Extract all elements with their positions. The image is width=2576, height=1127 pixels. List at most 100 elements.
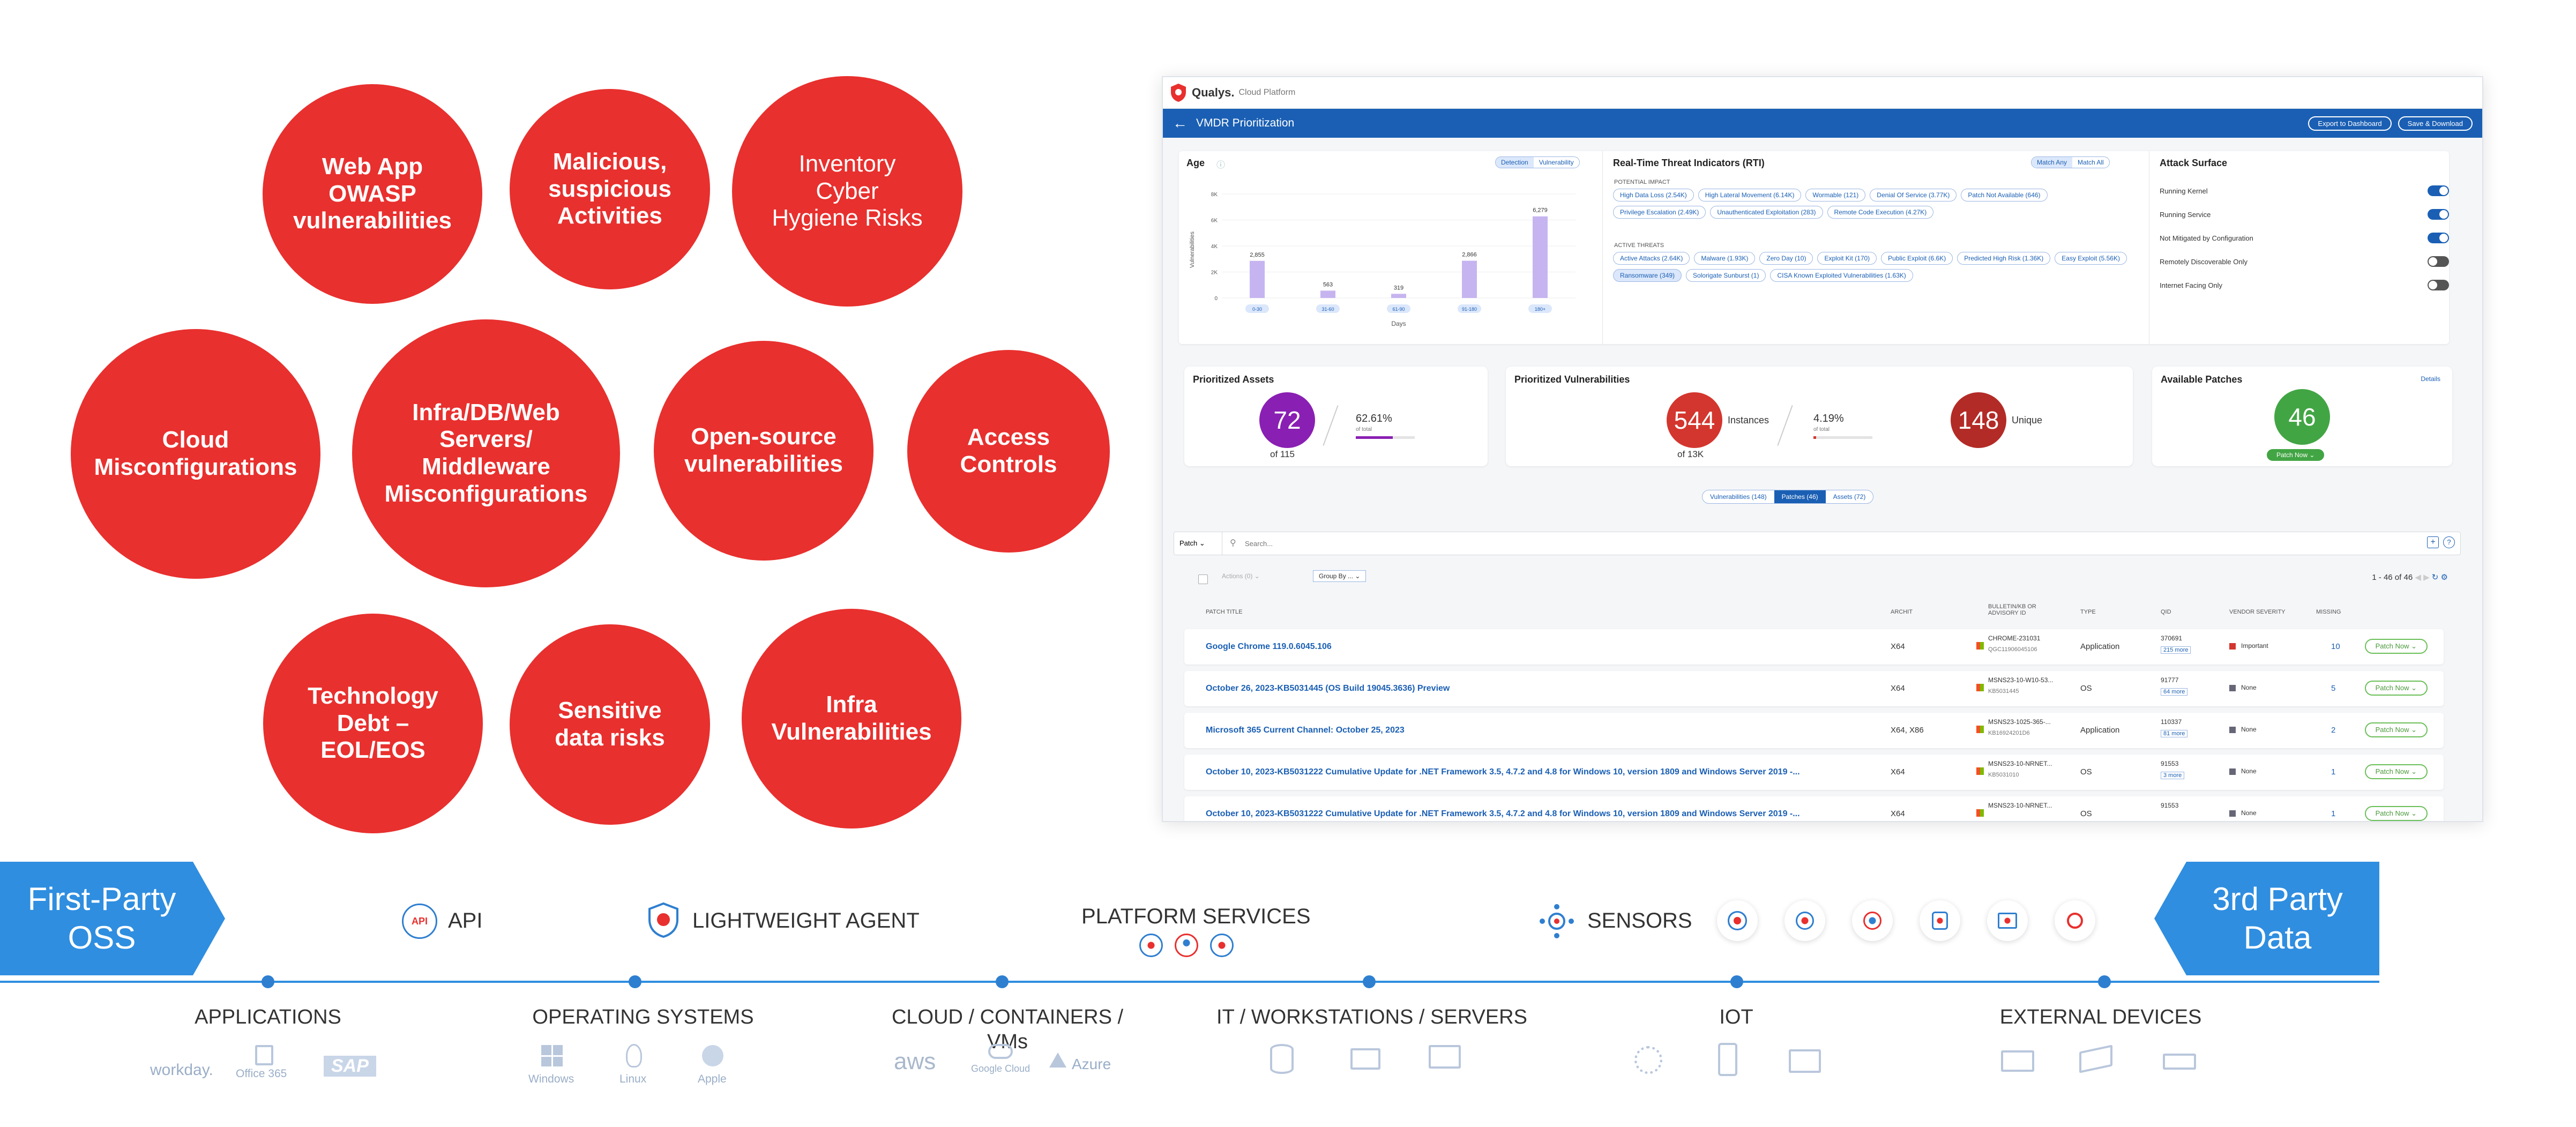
potential-impact-chip[interactable]: Privilege Escalation (2.49K): [1613, 206, 1706, 219]
row-patch-now-button[interactable]: Patch Now ⌄: [2364, 764, 2428, 779]
tab-detection[interactable]: Detection: [1496, 157, 1534, 168]
col-bulletin[interactable]: BULLETIN/KB OR ADVISORY ID: [1988, 603, 2052, 616]
table-row[interactable]: Microsoft 365 Current Channel: October 2…: [1184, 713, 2444, 748]
table-row[interactable]: Google Chrome 119.0.6045.106 X64 CHROME-23…: [1184, 629, 2444, 665]
bulletin-cell: MSNS23-10-NRNET...: [1988, 802, 2052, 809]
filter-select[interactable]: Patch ⌄: [1174, 532, 1222, 555]
save-download-button[interactable]: Save & Download: [2398, 116, 2473, 131]
age-chart: Vulnerabilities 8K 6K 4K 2K 0 2,855 0-30 563 31-6…: [1189, 192, 1576, 327]
prev-page-icon[interactable]: ◀: [2415, 573, 2421, 582]
patch-title-link[interactable]: Microsoft 365 Current Channel: October 2…: [1206, 726, 1405, 735]
back-arrow-icon[interactable]: ←: [1173, 115, 1188, 132]
attack-surface-label: Running Service: [2160, 210, 2211, 219]
export-dashboard-button[interactable]: Export to Dashboard: [2308, 116, 2392, 131]
row-patch-now-button[interactable]: Patch Now ⌄: [2364, 806, 2428, 821]
select-all-checkbox[interactable]: [1198, 574, 1208, 584]
col-patch-title[interactable]: PATCH TITLE: [1206, 609, 1242, 615]
row-patch-now-button[interactable]: Patch Now ⌄: [2364, 722, 2428, 737]
attack-surface-item: Not Mitigated by Configuration: [2160, 226, 2449, 250]
table-header: PATCH TITLE ARCHIT BULLETIN/KB OR ADVISO…: [1184, 603, 2444, 625]
potential-impact-chip[interactable]: Wormable (121): [1805, 189, 1866, 201]
next-page-icon[interactable]: ▶: [2423, 573, 2430, 582]
patch-title-link[interactable]: October 10, 2023-KB5031222 Cumulative Up…: [1206, 809, 1800, 819]
col-type[interactable]: TYPE: [2080, 609, 2096, 615]
google-cloud-label: Google Cloud: [971, 1063, 1031, 1074]
advisory-cell: KB5031010: [1988, 772, 2019, 778]
router-icon: [1789, 1049, 1821, 1073]
active-threat-chip[interactable]: Easy Exploit (5.56K): [2055, 252, 2127, 265]
attack-surface-toggle[interactable]: [2428, 233, 2449, 243]
actions-dropdown[interactable]: Actions (0) ⌄: [1222, 572, 1260, 580]
attack-surface-toggle[interactable]: [2428, 256, 2449, 267]
tab-vulnerability[interactable]: Vulnerability: [1534, 157, 1579, 168]
settings-icon[interactable]: ⚙: [2441, 573, 2448, 582]
row-patch-now-button[interactable]: Patch Now ⌄: [2364, 639, 2428, 654]
active-threat-chip[interactable]: Exploit Kit (170): [1817, 252, 1877, 265]
missing-cell: 1: [2331, 767, 2336, 777]
group-by-dropdown[interactable]: Group By ... ⌄: [1313, 570, 1367, 582]
row-patch-now-button[interactable]: Patch Now ⌄: [2364, 681, 2428, 696]
brand-logo: Qualys.: [1192, 86, 1235, 99]
tab-vulnerabilities[interactable]: Vulnerabilities (148): [1703, 490, 1774, 503]
patches-details-link[interactable]: Details: [2421, 375, 2440, 383]
col-qid[interactable]: QID: [2161, 609, 2171, 615]
assets-of: of 115: [1270, 449, 1295, 459]
type-cell: OS: [2080, 809, 2092, 818]
arch-cell: X64, X86: [1891, 726, 1924, 735]
help-icon[interactable]: ?: [2443, 536, 2455, 548]
table-row[interactable]: October 10, 2023-KB5031222 Cumulative Up…: [1184, 796, 2444, 821]
timeline-dot: [1730, 975, 1743, 988]
match-any-toggle[interactable]: Match Any: [2032, 157, 2073, 168]
potential-impact-chip[interactable]: High Data Loss (2.54K): [1613, 189, 1694, 201]
refresh-icon[interactable]: ↻: [2432, 573, 2439, 582]
potential-impact-chip[interactable]: Patch Not Available (646): [1961, 189, 2048, 201]
potential-impact-chip[interactable]: Denial Of Service (3.77K): [1870, 189, 1957, 201]
attack-surface-toggle[interactable]: [2428, 209, 2449, 220]
attack-surface-item: Running Service: [2160, 203, 2449, 226]
match-all-toggle[interactable]: Match All: [2072, 157, 2109, 168]
windows-icon: [541, 1045, 563, 1066]
user-icon: [1175, 934, 1198, 957]
iot-label: IOT: [1719, 1006, 1753, 1028]
assets-count-badge: 72: [1259, 392, 1315, 448]
patch-title-link[interactable]: October 26, 2023-KB5031445 (OS Build 190…: [1206, 684, 1450, 693]
table-row[interactable]: October 10, 2023-KB5031222 Cumulative Up…: [1184, 755, 2444, 790]
attack-surface-toggle[interactable]: [2428, 280, 2449, 290]
linux-label: Linux: [619, 1073, 647, 1085]
qid-more-badge[interactable]: 215 more: [2161, 646, 2191, 654]
patch-title-link[interactable]: October 10, 2023-KB5031222 Cumulative Up…: [1206, 767, 1800, 777]
infra-db-web-misconfig-circle: Infra/DB/Web Servers/ Middleware Misconf…: [352, 319, 620, 587]
patch-now-button[interactable]: Patch Now ⌄: [2267, 449, 2325, 461]
col-missing[interactable]: MISSING: [2316, 609, 2341, 615]
qid-more-badge[interactable]: 81 more: [2161, 730, 2188, 737]
col-arch[interactable]: ARCHIT: [1891, 609, 1913, 615]
active-threat-chip[interactable]: CISA Known Exploited Vulnerabilities (1.…: [1770, 269, 1913, 282]
qid-more-badge[interactable]: 64 more: [2161, 688, 2188, 696]
third-party-data-ribbon: 3rd Party Data: [2154, 862, 2379, 975]
potential-impact-chip[interactable]: High Lateral Movement (6.14K): [1698, 189, 1802, 201]
active-threat-chip[interactable]: Predicted High Risk (1.36K): [1957, 252, 2051, 265]
active-threat-chip[interactable]: Active Attacks (2.64K): [1613, 252, 1690, 265]
col-vendor-severity[interactable]: VENDOR SEVERITY: [2229, 609, 2286, 615]
tab-assets[interactable]: Assets (72): [1826, 490, 1873, 503]
search-input[interactable]: [1244, 536, 2211, 550]
active-threat-chip[interactable]: Ransomware (349): [1613, 269, 1682, 282]
attack-surface-toggle[interactable]: [2428, 185, 2449, 196]
table-row[interactable]: October 26, 2023-KB5031445 (OS Build 190…: [1184, 671, 2444, 706]
active-threat-chip[interactable]: Zero Day (10): [1759, 252, 1813, 265]
x-tick-label: 31-60: [1321, 307, 1334, 312]
arch-cell: X64: [1891, 767, 1905, 777]
potential-impact-chip[interactable]: Remote Code Execution (4.27K): [1827, 206, 1934, 219]
active-threat-chip[interactable]: Malware (1.93K): [1694, 252, 1756, 265]
potential-impact-chip[interactable]: Unauthenticated Exploitation (283): [1710, 206, 1823, 219]
active-threat-chip[interactable]: Public Exploit (6.6K): [1881, 252, 1953, 265]
age-bar: [1250, 260, 1265, 298]
patch-title-link[interactable]: Google Chrome 119.0.6045.106: [1206, 642, 1332, 652]
active-threat-chip[interactable]: Solorigate Sunburst (1): [1686, 269, 1766, 282]
apple-label: Apple: [698, 1073, 727, 1085]
attack-surface-item: Remotely Discoverable Only: [2160, 250, 2449, 273]
qid-more-badge[interactable]: 3 more: [2161, 772, 2185, 779]
add-filter-icon[interactable]: +: [2427, 536, 2439, 548]
tab-patches[interactable]: Patches (46): [1774, 490, 1826, 503]
sensors-label: SENSORS: [1587, 909, 1692, 932]
